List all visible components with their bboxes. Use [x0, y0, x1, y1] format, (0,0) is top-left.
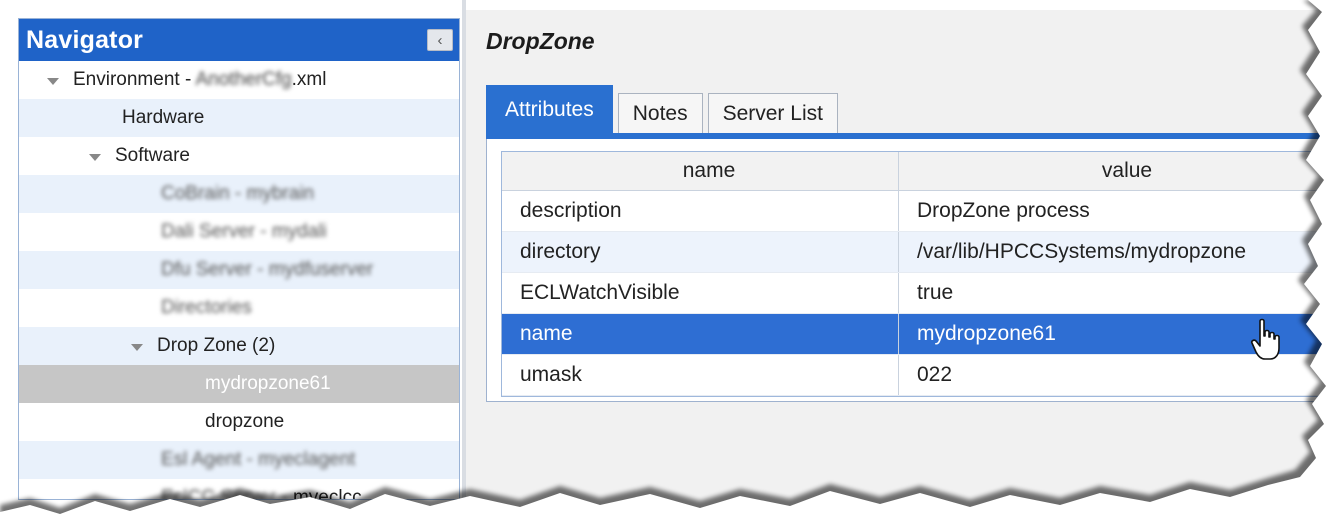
tree-item-label: Dfu Server - mydfuserver: [161, 259, 374, 280]
tree-item-label: Dali Server - mydali: [161, 221, 327, 242]
table-row-selected[interactable]: name mydropzone61: [502, 314, 1335, 355]
cell-name[interactable]: name: [502, 314, 899, 354]
tree-item-label: Hardware: [122, 107, 205, 128]
table-row[interactable]: ECLWatchVisible true: [502, 273, 1335, 314]
table-row[interactable]: umask 022: [502, 355, 1335, 396]
navigator-title: Navigator: [26, 25, 144, 54]
tree-item-label: EclCC Server - myeclcc: [161, 487, 362, 500]
tree-item-mydropzone61[interactable]: mydropzone61: [19, 365, 459, 403]
triangle-down-icon[interactable]: [131, 344, 143, 351]
tree-item-blurred[interactable]: Directories: [19, 289, 459, 327]
collapse-navigator-button[interactable]: ‹: [427, 29, 453, 51]
navigator-panel: Navigator ‹ Environment - AnotherCfg.xml…: [18, 18, 460, 500]
tree-item-partial[interactable]: EclCC Server - myeclcc: [19, 479, 459, 500]
grid-header: name value: [502, 152, 1335, 191]
column-header-name[interactable]: name: [502, 152, 899, 190]
tree-item-blurred[interactable]: Dfu Server - mydfuserver: [19, 251, 459, 289]
details-panel: DropZone Attributes Notes Server List na…: [466, 10, 1335, 523]
page-title: DropZone: [486, 28, 595, 54]
tree-item-label: Esl Agent - myeclagent: [161, 449, 356, 470]
cell-name[interactable]: directory: [502, 232, 899, 272]
tab-attributes[interactable]: Attributes: [486, 85, 613, 133]
table-row[interactable]: directory /var/lib/HPCCSystems/mydropzon…: [502, 232, 1335, 273]
tree-item-environment[interactable]: Environment - AnotherCfg.xml: [19, 61, 459, 99]
tree-item-label: mydropzone61: [205, 373, 331, 394]
cell-name[interactable]: ECLWatchVisible: [502, 273, 899, 313]
tab-server-list[interactable]: Server List: [707, 93, 838, 133]
tree-item-dropzone[interactable]: dropzone: [19, 403, 459, 441]
tree-item-software[interactable]: Software: [19, 137, 459, 175]
tree-item-label: dropzone: [205, 411, 285, 432]
tree-item-blurred[interactable]: Dali Server - mydali: [19, 213, 459, 251]
attributes-grid: name value description DropZone process …: [501, 151, 1335, 397]
tree-item-blurred[interactable]: Esl Agent - myeclagent: [19, 441, 459, 479]
chevron-left-icon: ‹: [437, 31, 443, 49]
tree-item-label: CoBrain - mybrain: [161, 183, 315, 204]
cell-value[interactable]: true: [899, 273, 1335, 313]
attributes-pane: name value description DropZone process …: [486, 139, 1335, 402]
hand-pointer-icon: [1251, 318, 1280, 360]
column-header-value[interactable]: value: [899, 152, 1335, 190]
tree-item-drop-zone[interactable]: Drop Zone (2): [19, 327, 459, 365]
navigator-header: Navigator ‹: [19, 19, 459, 61]
table-row[interactable]: description DropZone process: [502, 191, 1335, 232]
tab-bar: Attributes Notes Server List: [486, 85, 843, 133]
navigator-tree: Environment - AnotherCfg.xml Hardware So…: [19, 61, 459, 500]
cell-value[interactable]: DropZone process: [899, 191, 1335, 231]
tree-item-label: Environment - AnotherCfg.xml: [73, 69, 327, 90]
tree-item-label: Directories: [161, 297, 252, 318]
tree-item-label: Drop Zone (2): [157, 335, 276, 356]
triangle-down-icon[interactable]: [89, 154, 101, 161]
tab-notes[interactable]: Notes: [617, 93, 703, 133]
cell-name[interactable]: umask: [502, 355, 899, 395]
tree-item-hardware[interactable]: Hardware: [19, 99, 459, 137]
cell-value[interactable]: /var/lib/HPCCSystems/mydropzone: [899, 232, 1335, 272]
triangle-down-icon[interactable]: [47, 78, 59, 85]
cell-name[interactable]: description: [502, 191, 899, 231]
tree-item-label: Software: [115, 145, 190, 166]
tree-item-blurred[interactable]: CoBrain - mybrain: [19, 175, 459, 213]
